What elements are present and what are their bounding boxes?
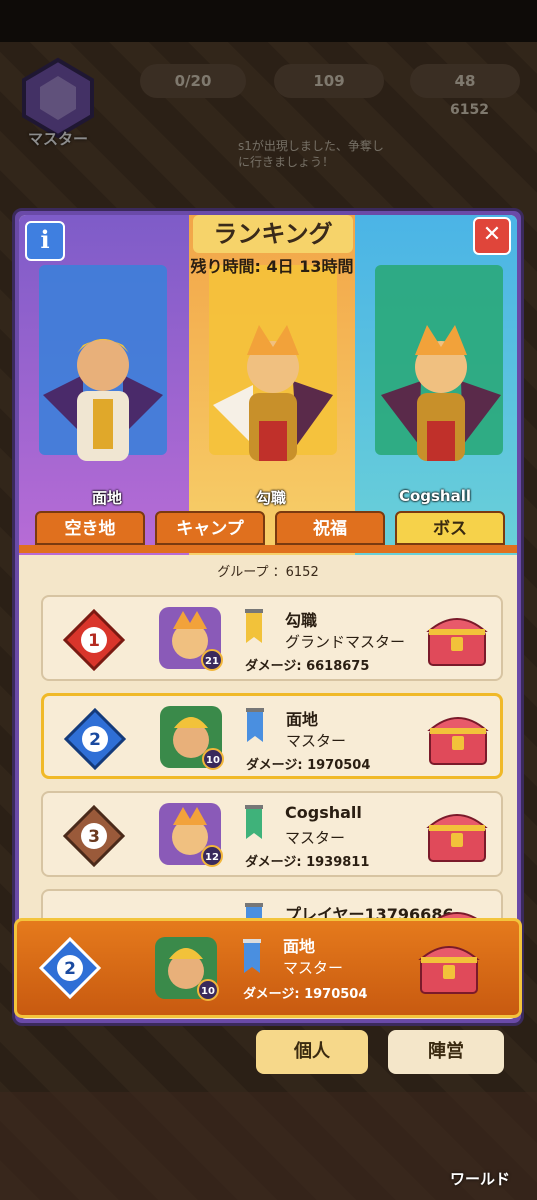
tab-boss[interactable]: ボス <box>395 511 505 545</box>
hero-name-left: 面地 <box>91 489 122 507</box>
player-name: 面地 <box>283 937 316 956</box>
ranking-panel-body: 面地 勾職 Cogshall i ランキング 残り時間: 4日 13時間 ✕ 空… <box>19 215 517 1019</box>
rank-number: 3 <box>88 827 100 847</box>
info-icon: i <box>40 225 50 254</box>
player-name: Cogshall <box>285 803 362 822</box>
rank-1-badge-icon: 1 <box>63 609 125 671</box>
tab-camp[interactable]: キャンプ <box>155 511 265 545</box>
level-badge: 10 <box>197 979 219 1001</box>
reward-chest-icon[interactable] <box>426 708 490 768</box>
rank-number: 2 <box>64 959 76 979</box>
player-title: グランドマスター <box>285 633 406 651</box>
player-damage: ダメージ: 1939811 <box>245 855 370 870</box>
tab-vacant-land[interactable]: 空き地 <box>35 511 145 545</box>
player-title: マスター <box>283 959 344 977</box>
player-name: 面地 <box>286 710 319 729</box>
panel-title: ランキング <box>193 215 353 253</box>
player-title: マスター <box>285 829 346 847</box>
faction-flag-icon <box>246 708 264 742</box>
rank-number: 1 <box>88 631 100 651</box>
player-damage: ダメージ: 1970504 <box>246 758 371 773</box>
reward-chest-icon[interactable] <box>425 805 489 865</box>
info-button[interactable]: i <box>25 221 65 261</box>
faction-flag-icon <box>245 609 263 643</box>
hero-name-center: 勾職 <box>255 489 286 507</box>
rank-2-badge-icon: 2 <box>64 708 126 770</box>
player-title: マスター <box>286 732 347 750</box>
faction-flag-icon <box>245 805 263 839</box>
nav-world-label[interactable]: ワールド <box>450 1168 510 1189</box>
faction-flag-icon <box>243 939 261 973</box>
player-damage: ダメージ: 1970504 <box>243 987 368 1002</box>
rank-number: 2 <box>89 730 101 750</box>
rank-3-badge-icon: 3 <box>63 805 125 867</box>
reward-chest-icon[interactable] <box>417 937 481 997</box>
player-name: 勾職 <box>285 611 318 630</box>
camp-button[interactable]: 陣営 <box>388 1030 504 1074</box>
ranking-row[interactable]: 1 21 勾職 グランドマスター ダメージ: 6618675 <box>41 595 503 681</box>
player-damage: ダメージ: 6618675 <box>245 659 370 674</box>
hero-figure-right <box>381 325 501 461</box>
bottom-nav: ワールド <box>0 1092 537 1200</box>
my-ranking-bar[interactable]: 2 10 面地 マスター ダメージ: 1970504 <box>14 918 522 1018</box>
close-icon: ✕ <box>482 222 502 247</box>
group-label: グループ ：6152 <box>217 565 319 580</box>
tab-blessing[interactable]: 祝福 <box>275 511 385 545</box>
personal-button[interactable]: 個人 <box>256 1030 368 1074</box>
level-badge: 21 <box>201 649 223 671</box>
hero-figure-center <box>213 325 333 461</box>
level-badge: 12 <box>201 845 223 867</box>
hero-name-right: Cogshall <box>398 487 472 505</box>
close-button[interactable]: ✕ <box>473 217 511 255</box>
ranking-panel: 面地 勾職 Cogshall i ランキング 残り時間: 4日 13時間 ✕ 空… <box>12 208 524 1026</box>
ranking-row[interactable]: 3 12 Cogshall マスター ダメージ: 1939811 <box>41 791 503 877</box>
hero-figure-left <box>43 339 163 461</box>
reward-chest-icon[interactable] <box>425 609 489 669</box>
ranking-row[interactable]: 2 10 面地 マスター ダメージ: 1970504 <box>41 693 503 779</box>
remaining-time: 残り時間: 4日 13時間 <box>190 257 354 276</box>
level-badge: 10 <box>202 748 224 770</box>
tab-underline <box>19 545 517 553</box>
rank-2-badge-icon: 2 <box>39 937 101 999</box>
